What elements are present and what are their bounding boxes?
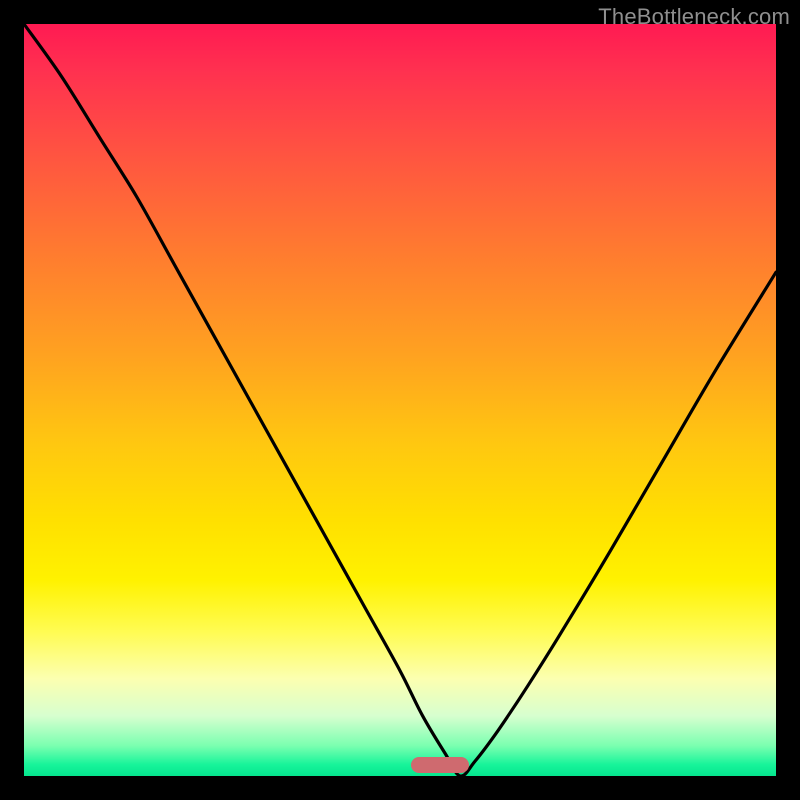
chart-frame: TheBottleneck.com [0, 0, 800, 800]
bottleneck-curve [24, 24, 776, 776]
optimal-marker [411, 757, 469, 773]
plot-area [24, 24, 776, 776]
curve-path [24, 24, 776, 776]
